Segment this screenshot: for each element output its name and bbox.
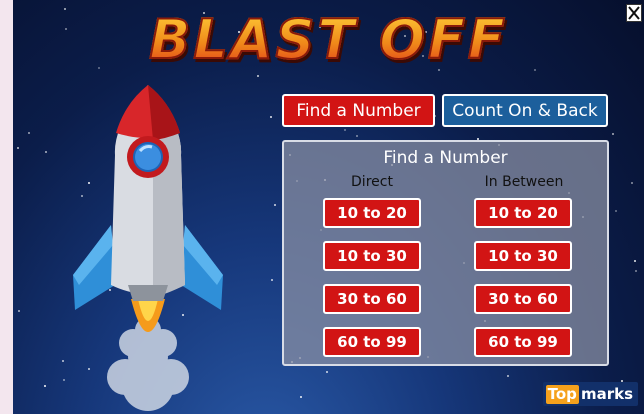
logo-top-text: Top <box>545 384 579 404</box>
star <box>507 375 509 377</box>
in-between-range-button[interactable]: 10 to 30 <box>474 241 572 271</box>
star <box>257 75 259 77</box>
game-title: BLAST OFF <box>13 7 644 72</box>
star <box>634 260 636 262</box>
star <box>635 270 637 272</box>
find-number-panel: Find a Number Direct In Between 10 to 20… <box>282 140 609 366</box>
star <box>612 133 614 135</box>
count-on-back-tab[interactable]: Count On & Back <box>442 94 608 127</box>
find-a-number-tab[interactable]: Find a Number <box>282 94 435 127</box>
star <box>326 371 328 373</box>
topmarks-logo[interactable]: Top marks <box>542 382 638 406</box>
direct-range-button[interactable]: 10 to 20 <box>323 198 421 228</box>
nozzle <box>128 285 168 301</box>
direct-range-button[interactable]: 60 to 99 <box>323 327 421 357</box>
rocket-illustration <box>73 85 223 411</box>
game-stage: BLAST OFF Find a Number Count On & Back … <box>13 0 644 414</box>
in-between-range-button[interactable]: 30 to 60 <box>474 284 572 314</box>
star <box>300 396 302 398</box>
star <box>17 147 19 149</box>
star <box>45 151 47 153</box>
close-icon[interactable] <box>626 4 642 22</box>
star <box>631 182 633 184</box>
star <box>344 129 346 131</box>
direct-range-button[interactable]: 30 to 60 <box>323 284 421 314</box>
in-between-range-button[interactable]: 10 to 20 <box>474 198 572 228</box>
star <box>356 135 358 137</box>
star <box>615 210 617 212</box>
panel-title: Find a Number <box>383 148 508 168</box>
star <box>18 310 20 312</box>
star <box>28 132 30 134</box>
star <box>274 204 276 206</box>
star <box>271 279 273 281</box>
column-heading-direct: Direct <box>351 174 393 190</box>
column-heading-in-between: In Between <box>484 174 564 190</box>
star <box>270 116 272 118</box>
star <box>44 385 46 387</box>
direct-range-button[interactable]: 10 to 30 <box>323 241 421 271</box>
in-between-range-button[interactable]: 60 to 99 <box>474 327 572 357</box>
logo-marks-text: marks <box>580 384 633 403</box>
